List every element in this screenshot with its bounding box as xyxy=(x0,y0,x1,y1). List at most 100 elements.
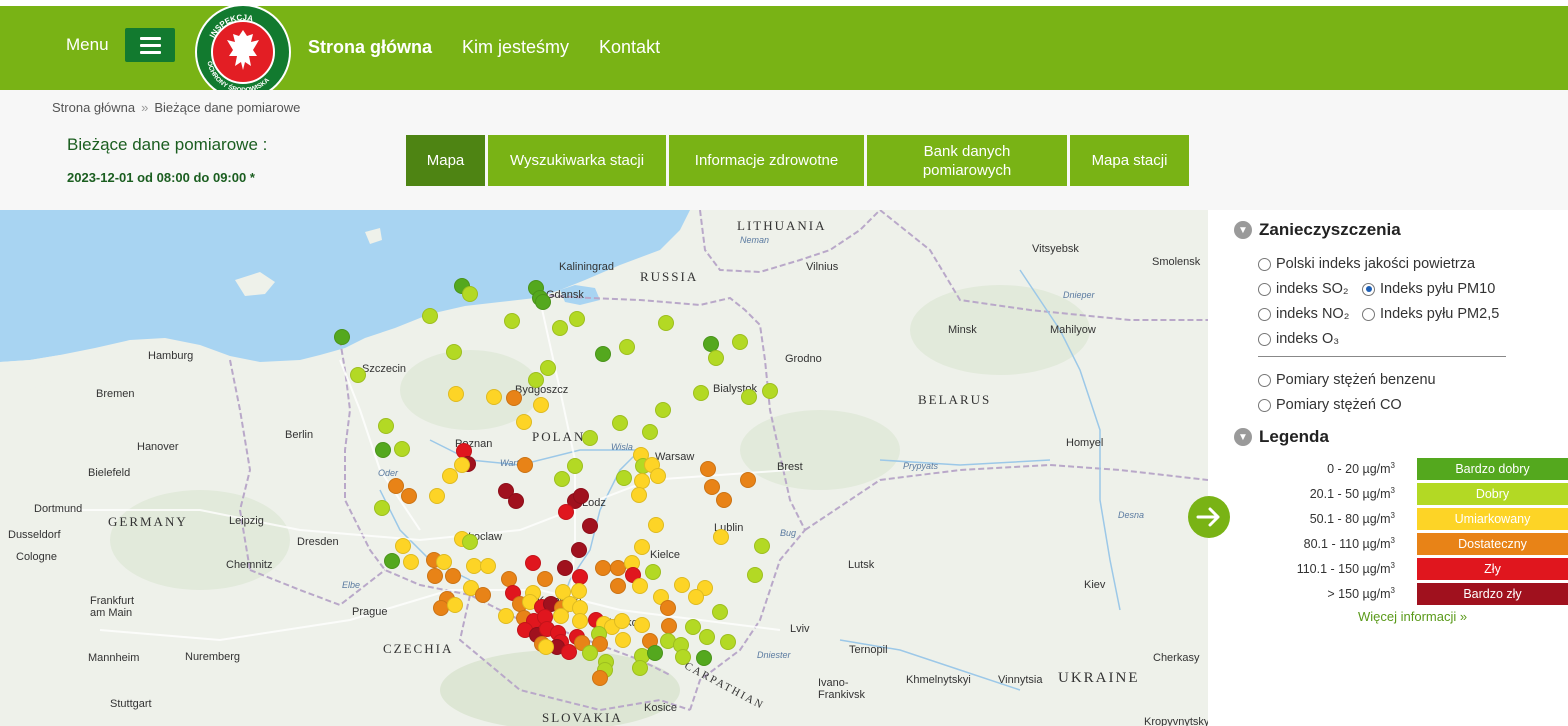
station-marker[interactable] xyxy=(645,564,661,580)
station-marker[interactable] xyxy=(660,600,676,616)
station-marker[interactable] xyxy=(554,471,570,487)
more-info-link[interactable]: Więcej informacji » xyxy=(1358,609,1467,624)
station-marker[interactable] xyxy=(732,334,748,350)
station-marker[interactable] xyxy=(582,645,598,661)
station-marker[interactable] xyxy=(685,619,701,635)
station-marker[interactable] xyxy=(427,568,443,584)
station-marker[interactable] xyxy=(395,538,411,554)
radio[interactable] xyxy=(1258,282,1271,296)
station-marker[interactable] xyxy=(401,488,417,504)
station-marker[interactable] xyxy=(754,538,770,554)
station-marker[interactable] xyxy=(699,629,715,645)
station-marker[interactable] xyxy=(350,367,366,383)
station-marker[interactable] xyxy=(612,415,628,431)
option-no2[interactable]: indeks NO₂ xyxy=(1258,306,1349,322)
radio-selected[interactable] xyxy=(1362,282,1375,296)
station-marker[interactable] xyxy=(506,390,522,406)
radio[interactable] xyxy=(1258,373,1271,387)
tab-map[interactable]: Mapa xyxy=(406,135,485,186)
station-marker[interactable] xyxy=(704,479,720,495)
station-marker[interactable] xyxy=(480,558,496,574)
radio[interactable] xyxy=(1258,257,1271,271)
station-marker[interactable] xyxy=(394,441,410,457)
station-marker[interactable] xyxy=(632,660,648,676)
station-marker[interactable] xyxy=(384,553,400,569)
option-benzene[interactable]: Pomiary stężeń benzenu xyxy=(1258,372,1436,388)
station-marker[interactable] xyxy=(462,534,478,550)
station-marker[interactable] xyxy=(516,414,532,430)
station-marker[interactable] xyxy=(528,372,544,388)
station-marker[interactable] xyxy=(642,424,658,440)
option-pm25[interactable]: Indeks pyłu PM2,5 xyxy=(1362,306,1499,322)
station-marker[interactable] xyxy=(688,589,704,605)
station-marker[interactable] xyxy=(533,397,549,413)
station-marker[interactable] xyxy=(561,644,577,660)
station-marker[interactable] xyxy=(538,639,554,655)
radio[interactable] xyxy=(1258,307,1271,321)
station-marker[interactable] xyxy=(508,493,524,509)
station-marker[interactable] xyxy=(674,577,690,593)
station-marker[interactable] xyxy=(675,649,691,665)
station-marker[interactable] xyxy=(403,554,419,570)
air-quality-map[interactable]: LITHUANIA RUSSIA BELARUS POLAND GERMANY … xyxy=(0,210,1208,726)
station-marker[interactable] xyxy=(558,504,574,520)
station-marker[interactable] xyxy=(747,567,763,583)
station-marker[interactable] xyxy=(462,286,478,302)
station-marker[interactable] xyxy=(422,308,438,324)
option-pm10[interactable]: Indeks pyłu PM10 xyxy=(1362,281,1495,297)
station-marker[interactable] xyxy=(486,389,502,405)
station-marker[interactable] xyxy=(446,344,462,360)
station-marker[interactable] xyxy=(648,517,664,533)
station-marker[interactable] xyxy=(498,608,514,624)
station-marker[interactable] xyxy=(716,492,732,508)
menu-button[interactable] xyxy=(125,28,175,62)
panel-toggle-button[interactable] xyxy=(1188,496,1230,538)
station-marker[interactable] xyxy=(616,470,632,486)
station-marker[interactable] xyxy=(614,613,630,629)
station-marker[interactable] xyxy=(442,468,458,484)
station-marker[interactable] xyxy=(658,315,674,331)
breadcrumb-home[interactable]: Strona główna xyxy=(52,100,135,115)
tab-station-search[interactable]: Wyszukiwarka stacji xyxy=(488,135,666,186)
option-o3[interactable]: indeks O₃ xyxy=(1258,331,1339,347)
station-marker[interactable] xyxy=(475,587,491,603)
radio[interactable] xyxy=(1258,398,1271,412)
station-marker[interactable] xyxy=(696,650,712,666)
station-marker[interactable] xyxy=(708,350,724,366)
station-marker[interactable] xyxy=(712,604,728,620)
station-marker[interactable] xyxy=(553,608,569,624)
station-marker[interactable] xyxy=(619,339,635,355)
station-marker[interactable] xyxy=(582,430,598,446)
tab-station-map[interactable]: Mapa stacji xyxy=(1070,135,1189,186)
station-marker[interactable] xyxy=(375,442,391,458)
station-marker[interactable] xyxy=(634,617,650,633)
option-so2[interactable]: indeks SO₂ xyxy=(1258,281,1349,297)
station-marker[interactable] xyxy=(445,568,461,584)
station-marker[interactable] xyxy=(504,313,520,329)
tab-health-info[interactable]: Informacje zdrowotne xyxy=(669,135,864,186)
station-marker[interactable] xyxy=(595,346,611,362)
station-marker[interactable] xyxy=(632,578,648,594)
nav-about[interactable]: Kim jesteśmy xyxy=(462,37,569,58)
station-marker[interactable] xyxy=(552,320,568,336)
station-marker[interactable] xyxy=(615,632,631,648)
station-marker[interactable] xyxy=(569,311,585,327)
station-marker[interactable] xyxy=(650,468,666,484)
station-marker[interactable] xyxy=(571,542,587,558)
station-marker[interactable] xyxy=(655,402,671,418)
legend-header[interactable]: ▼ Legenda xyxy=(1234,427,1329,447)
station-marker[interactable] xyxy=(647,645,663,661)
station-marker[interactable] xyxy=(661,618,677,634)
station-marker[interactable] xyxy=(535,294,551,310)
radio[interactable] xyxy=(1362,307,1375,321)
station-marker[interactable] xyxy=(713,529,729,545)
nav-contact[interactable]: Kontakt xyxy=(599,37,660,58)
station-marker[interactable] xyxy=(592,670,608,686)
station-marker[interactable] xyxy=(334,329,350,345)
nav-home[interactable]: Strona główna xyxy=(308,37,432,58)
station-marker[interactable] xyxy=(610,578,626,594)
station-marker[interactable] xyxy=(540,360,556,376)
station-marker[interactable] xyxy=(634,539,650,555)
station-marker[interactable] xyxy=(631,487,647,503)
pollutants-header[interactable]: ▼ Zanieczyszczenia xyxy=(1234,220,1401,240)
